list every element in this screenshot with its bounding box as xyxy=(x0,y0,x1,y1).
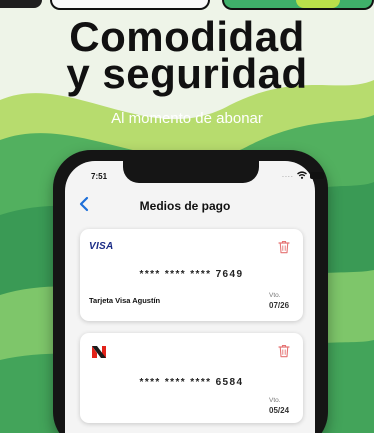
visa-logo: VISA xyxy=(89,241,114,252)
payment-card[interactable]: VISA **** **** **** 7649 Tarjeta Visa Ag… xyxy=(80,229,303,321)
back-chevron-icon[interactable] xyxy=(78,196,92,212)
expiry-date: 07/26 xyxy=(269,301,290,310)
signal-icon: .... xyxy=(282,171,294,179)
subtitle: Al momento de abonar xyxy=(111,110,263,127)
page-title: Medios de pago xyxy=(139,199,231,213)
phone-notch xyxy=(123,161,259,183)
trash-icon[interactable] xyxy=(278,240,290,254)
headline-line-2: y seguridad xyxy=(66,50,308,97)
status-icons: .... xyxy=(282,171,324,179)
expiry-label: Vto. xyxy=(269,292,281,299)
expiry-date: 05/24 xyxy=(269,406,290,415)
card-holder: Tarjeta Visa Agustín xyxy=(89,296,161,305)
headline: Comodidad y seguridad xyxy=(0,16,374,97)
wifi-icon xyxy=(296,171,307,179)
naranja-logo xyxy=(92,346,106,358)
payment-card[interactable]: **** **** **** 6584 Vto. 05/24 xyxy=(80,333,303,423)
status-time: 7:51 xyxy=(91,172,108,181)
card-number: **** **** **** 6584 xyxy=(139,377,244,388)
trash-icon[interactable] xyxy=(278,344,290,358)
expiry-label: Vto. xyxy=(269,397,281,404)
card-number: **** **** **** 7649 xyxy=(139,269,244,280)
green-circle-fragment xyxy=(296,0,340,8)
phone-frame-fragment xyxy=(50,0,210,10)
phone-frame-fragment xyxy=(0,0,42,8)
battery-icon xyxy=(309,171,324,179)
